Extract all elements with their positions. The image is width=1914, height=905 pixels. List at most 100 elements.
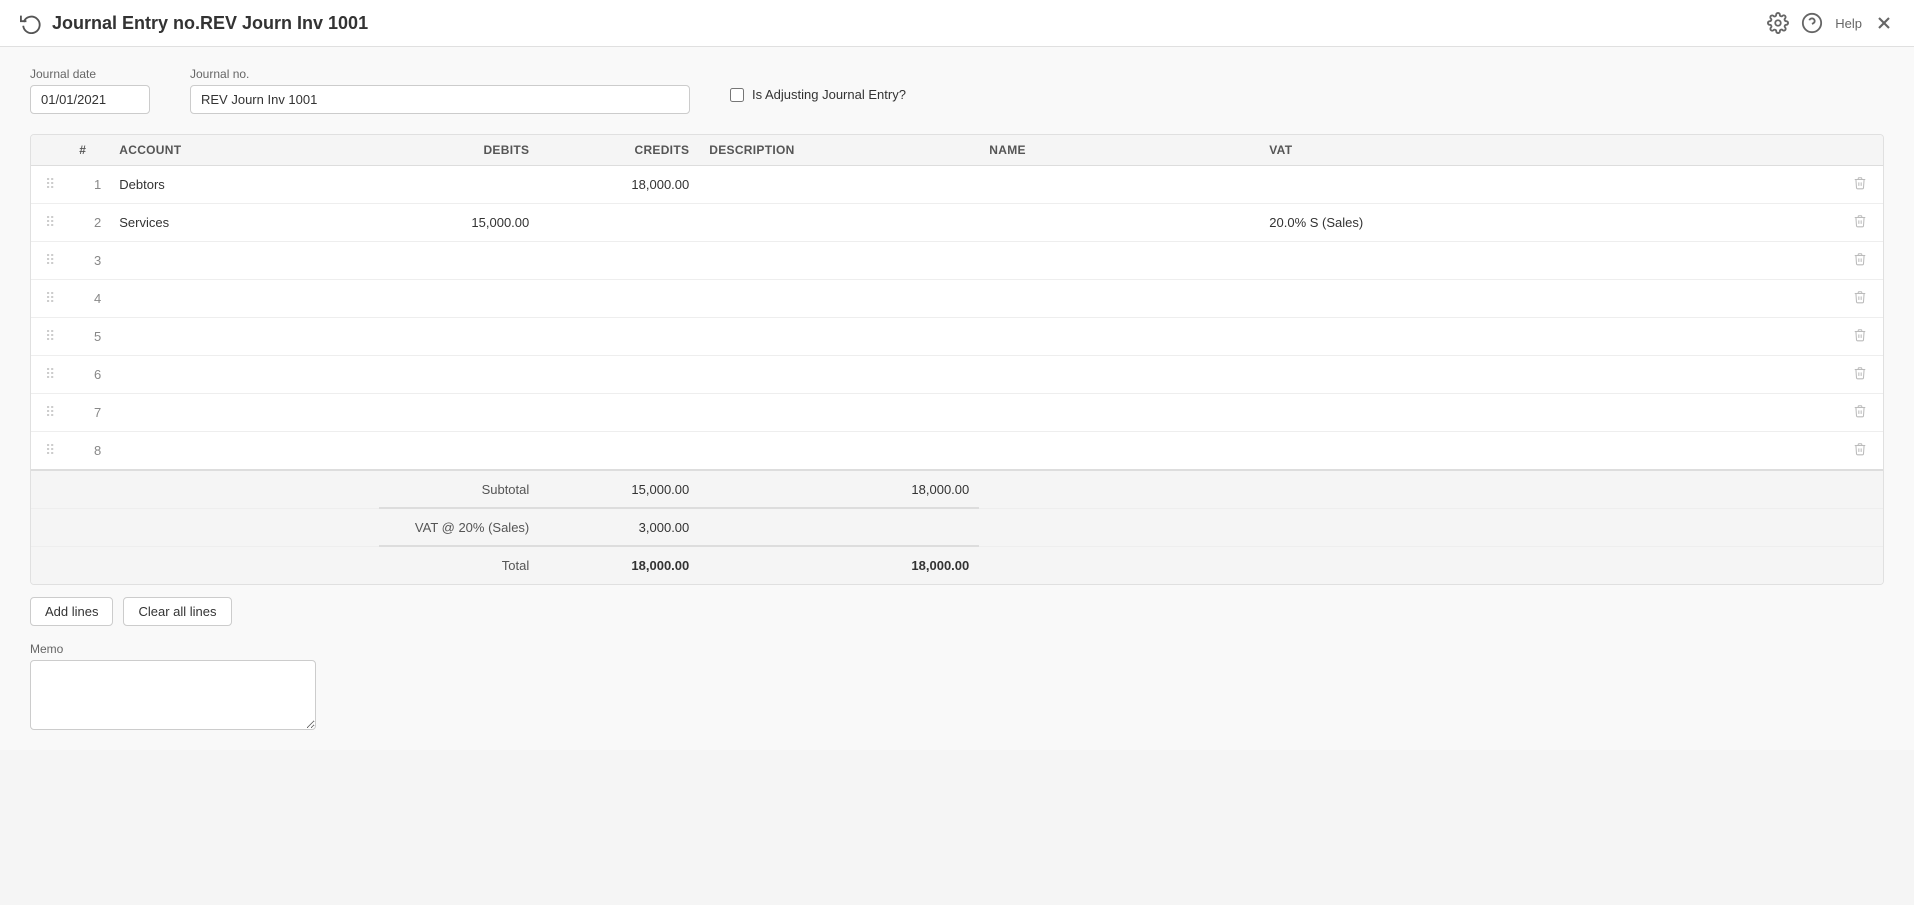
- row-debits[interactable]: 15,000.00: [379, 204, 539, 242]
- drag-handle[interactable]: ⠿: [31, 280, 69, 318]
- total-debits: 18,000.00: [539, 546, 699, 584]
- row-description[interactable]: [699, 204, 979, 242]
- journal-no-input[interactable]: [190, 85, 690, 114]
- row-number: 7: [69, 394, 109, 432]
- journal-date-label: Journal date: [30, 67, 150, 81]
- row-credits[interactable]: [539, 394, 699, 432]
- drag-handle[interactable]: ⠿: [31, 204, 69, 242]
- content-area: Journal date Journal no. Is Adjusting Jo…: [0, 47, 1914, 750]
- row-credits[interactable]: [539, 204, 699, 242]
- row-debits[interactable]: [379, 166, 539, 204]
- row-name[interactable]: [979, 280, 1259, 318]
- memo-label: Memo: [30, 642, 1884, 656]
- row-vat[interactable]: [1259, 394, 1837, 432]
- row-name[interactable]: [979, 204, 1259, 242]
- row-number: 3: [69, 242, 109, 280]
- row-description[interactable]: [699, 356, 979, 394]
- memo-textarea[interactable]: [30, 660, 316, 730]
- delete-row-button[interactable]: [1847, 174, 1873, 195]
- total-label-spacer: [31, 546, 379, 584]
- drag-handle[interactable]: ⠿: [31, 356, 69, 394]
- row-vat[interactable]: [1259, 356, 1837, 394]
- drag-handle[interactable]: ⠿: [31, 318, 69, 356]
- drag-handle[interactable]: ⠿: [31, 394, 69, 432]
- row-credits[interactable]: [539, 318, 699, 356]
- row-account[interactable]: [109, 432, 379, 471]
- row-name[interactable]: [979, 432, 1259, 471]
- row-number: 6: [69, 356, 109, 394]
- row-name[interactable]: [979, 242, 1259, 280]
- row-vat[interactable]: 20.0% S (Sales): [1259, 204, 1837, 242]
- row-delete-cell: [1837, 242, 1883, 280]
- vat-row: VAT @ 20% (Sales) 3,000.00: [31, 508, 1883, 546]
- row-description[interactable]: [699, 318, 979, 356]
- row-account[interactable]: [109, 242, 379, 280]
- row-debits[interactable]: [379, 318, 539, 356]
- row-name[interactable]: [979, 394, 1259, 432]
- row-number: 1: [69, 166, 109, 204]
- row-debits[interactable]: [379, 242, 539, 280]
- row-vat[interactable]: [1259, 166, 1837, 204]
- title-bar-actions: Help: [1767, 12, 1894, 34]
- subtotal-spacer: [979, 470, 1883, 508]
- table-row: ⠿ 6: [31, 356, 1883, 394]
- row-description[interactable]: [699, 166, 979, 204]
- delete-row-button[interactable]: [1847, 288, 1873, 309]
- row-delete-cell: [1837, 394, 1883, 432]
- close-icon[interactable]: [1874, 13, 1894, 33]
- row-vat[interactable]: [1259, 280, 1837, 318]
- row-delete-cell: [1837, 166, 1883, 204]
- row-account[interactable]: [109, 356, 379, 394]
- adjusting-checkbox[interactable]: [730, 88, 744, 102]
- row-vat[interactable]: [1259, 242, 1837, 280]
- row-name[interactable]: [979, 166, 1259, 204]
- help-icon[interactable]: [1801, 12, 1823, 34]
- journal-no-label: Journal no.: [190, 67, 690, 81]
- vat-label-spacer: [31, 508, 379, 546]
- row-description[interactable]: [699, 280, 979, 318]
- col-header-credits: CREDITS: [539, 135, 699, 166]
- row-account[interactable]: [109, 394, 379, 432]
- delete-row-button[interactable]: [1847, 364, 1873, 385]
- vat-label: VAT @ 20% (Sales): [379, 508, 539, 546]
- add-lines-button[interactable]: Add lines: [30, 597, 113, 626]
- row-credits[interactable]: 18,000.00: [539, 166, 699, 204]
- vat-spacer: [979, 508, 1883, 546]
- refresh-icon: [20, 12, 42, 34]
- drag-handle[interactable]: ⠿: [31, 432, 69, 471]
- drag-handle[interactable]: ⠿: [31, 166, 69, 204]
- row-account[interactable]: Services: [109, 204, 379, 242]
- row-credits[interactable]: [539, 356, 699, 394]
- row-debits[interactable]: [379, 280, 539, 318]
- delete-row-button[interactable]: [1847, 326, 1873, 347]
- delete-row-button[interactable]: [1847, 250, 1873, 271]
- row-description[interactable]: [699, 432, 979, 471]
- row-name[interactable]: [979, 356, 1259, 394]
- row-number: 5: [69, 318, 109, 356]
- row-name[interactable]: [979, 318, 1259, 356]
- row-debits[interactable]: [379, 432, 539, 471]
- row-debits[interactable]: [379, 356, 539, 394]
- title-bar-left: Journal Entry no.REV Journ Inv 1001: [20, 12, 368, 34]
- journal-no-group: Journal no.: [190, 67, 690, 114]
- row-account[interactable]: [109, 318, 379, 356]
- vat-credits: [699, 508, 979, 546]
- delete-row-button[interactable]: [1847, 212, 1873, 233]
- row-description[interactable]: [699, 242, 979, 280]
- row-account[interactable]: Debtors: [109, 166, 379, 204]
- journal-date-input[interactable]: [30, 85, 150, 114]
- row-description[interactable]: [699, 394, 979, 432]
- table-row: ⠿ 3: [31, 242, 1883, 280]
- delete-row-button[interactable]: [1847, 402, 1873, 423]
- delete-row-button[interactable]: [1847, 440, 1873, 461]
- row-debits[interactable]: [379, 394, 539, 432]
- row-credits[interactable]: [539, 280, 699, 318]
- row-vat[interactable]: [1259, 318, 1837, 356]
- row-vat[interactable]: [1259, 432, 1837, 471]
- settings-icon[interactable]: [1767, 12, 1789, 34]
- drag-handle[interactable]: ⠿: [31, 242, 69, 280]
- row-credits[interactable]: [539, 242, 699, 280]
- row-credits[interactable]: [539, 432, 699, 471]
- clear-all-lines-button[interactable]: Clear all lines: [123, 597, 231, 626]
- row-account[interactable]: [109, 280, 379, 318]
